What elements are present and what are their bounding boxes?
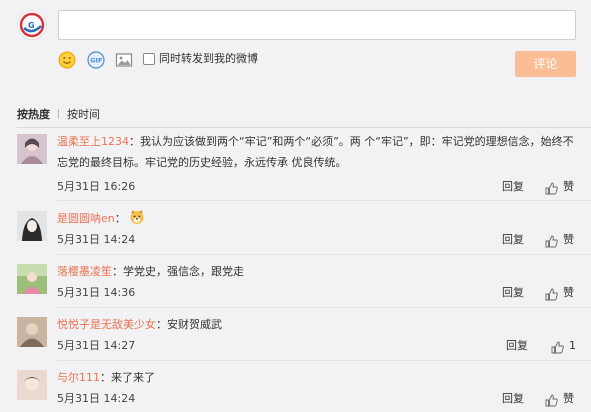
thumbs-up-icon[interactable]	[551, 339, 564, 354]
submit-comment-button[interactable]: 评论	[515, 51, 576, 77]
avatar[interactable]	[17, 264, 47, 294]
forward-checkbox[interactable]	[143, 53, 155, 65]
image-icon[interactable]	[115, 51, 133, 69]
comment-time: 5月31日 14:24	[57, 392, 136, 405]
avatar[interactable]	[17, 317, 47, 347]
comment-input[interactable]	[58, 10, 576, 40]
comment-username[interactable]: 温柔至上1234	[57, 135, 129, 148]
reply-button[interactable]: 回复	[502, 392, 524, 406]
comment-time: 5月31日 14:24	[57, 233, 136, 246]
comment-text: 落樱墨凌笙：学党史，强信念，跟党走	[57, 261, 577, 282]
composer-avatar: G	[17, 10, 47, 40]
thumbs-up-icon[interactable]	[545, 392, 558, 407]
comment-divider	[57, 254, 591, 255]
reply-button[interactable]: 回复	[502, 180, 524, 194]
comment-time: 5月31日 14:27	[57, 339, 136, 352]
sort-underline	[17, 127, 591, 128]
comment-body: ：学党史，强信念，跟党走	[112, 265, 244, 278]
comment-body: ：来了来了	[100, 371, 155, 384]
comment-text: 悦悦子是无敌美少女：安财贺威武	[57, 314, 577, 335]
thumbs-up-icon[interactable]	[545, 180, 558, 195]
thumbs-up-icon[interactable]	[545, 286, 558, 301]
like-button[interactable]: 赞	[563, 286, 574, 300]
reply-button[interactable]: 回复	[502, 286, 524, 300]
comment-text: 是圆圆呐en：	[57, 208, 577, 232]
sort-by-time-tab[interactable]: 按时间	[67, 108, 100, 121]
gif-icon[interactable]: GIF	[87, 51, 105, 69]
comment-divider	[57, 307, 591, 308]
emoji-icon[interactable]	[58, 51, 76, 69]
svg-text:GIF: GIF	[90, 57, 102, 65]
comment-username[interactable]: 悦悦子是无敌美少女	[57, 318, 156, 331]
comment-username[interactable]: 落樱墨凌笙	[57, 265, 112, 278]
dog-face-emoji	[129, 209, 145, 232]
reply-button[interactable]: 回复	[502, 233, 524, 247]
svg-text:G: G	[28, 21, 35, 30]
comment-divider	[57, 200, 591, 201]
avatar[interactable]	[17, 211, 47, 241]
thumbs-up-icon[interactable]	[545, 233, 558, 248]
forward-label: 同时转发到我的微博	[159, 52, 258, 65]
comment-text: 温柔至上1234：我认为应该做到两个“牢记”和两个“必须”。两 个“牢记”，即：…	[57, 131, 577, 173]
like-button[interactable]: 赞	[563, 233, 574, 247]
comment-text: 与尔111：来了来了	[57, 367, 577, 388]
avatar[interactable]	[17, 370, 47, 400]
sort-divider	[58, 109, 59, 119]
like-count[interactable]: 1	[569, 339, 576, 353]
comment-time: 5月31日 14:36	[57, 286, 136, 299]
comment-username[interactable]: 是圆圆呐en	[57, 212, 115, 225]
reply-button[interactable]: 回复	[506, 339, 528, 353]
comment-username[interactable]: 与尔111	[57, 371, 100, 384]
avatar[interactable]	[17, 134, 47, 164]
sort-by-hot-tab[interactable]: 按热度	[17, 108, 50, 121]
comment-body: ：	[114, 212, 126, 225]
comment-body: ：我认为应该做到两个“牢记”和两个“必须”。两 个“牢记”，即：牢记党的理想信念…	[57, 135, 574, 169]
comment-body: ：安财贺威武	[156, 318, 222, 331]
comment-divider	[57, 360, 591, 361]
like-button[interactable]: 赞	[563, 392, 574, 406]
sort-bar: 按热度 按时间	[17, 108, 100, 122]
comment-time: 5月31日 16:26	[57, 180, 136, 193]
like-button[interactable]: 赞	[563, 180, 574, 194]
